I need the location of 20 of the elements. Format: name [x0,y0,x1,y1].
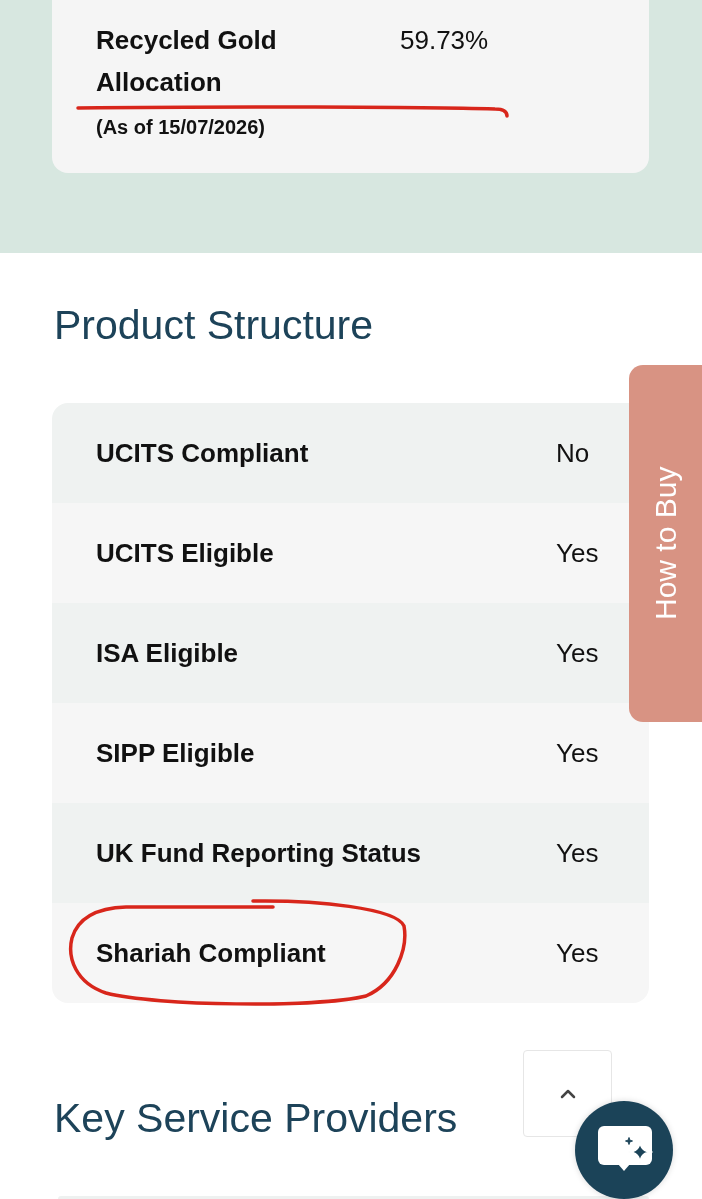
row-value: Yes [556,637,599,669]
row-label: UCITS Compliant [96,437,309,469]
row-value: Yes [556,937,599,969]
caret-up-icon [559,1088,576,1099]
allocation-date: (As of 15/07/2026) [96,115,265,139]
row-value: Yes [556,537,599,569]
row-value: Yes [556,737,599,769]
allocation-value: 59.73% [400,24,489,57]
section-heading: Key Service Providers [54,1094,458,1142]
section-heading: Product Structure [54,301,374,349]
row-label: UCITS Eligible [96,537,274,569]
row-value: No [556,437,590,469]
row-label: ISA Eligible [96,637,239,669]
how-to-buy-tab[interactable]: How to Buy [629,365,702,722]
row-label: UK Fund Reporting Status [96,837,421,869]
row-label: SIPP Eligible [96,737,255,769]
row-value: Yes [556,837,599,869]
row-label: Shariah Compliant [96,937,326,969]
allocation-label: Recycled Gold Allocation [96,24,278,99]
chat-button[interactable] [575,1101,673,1199]
